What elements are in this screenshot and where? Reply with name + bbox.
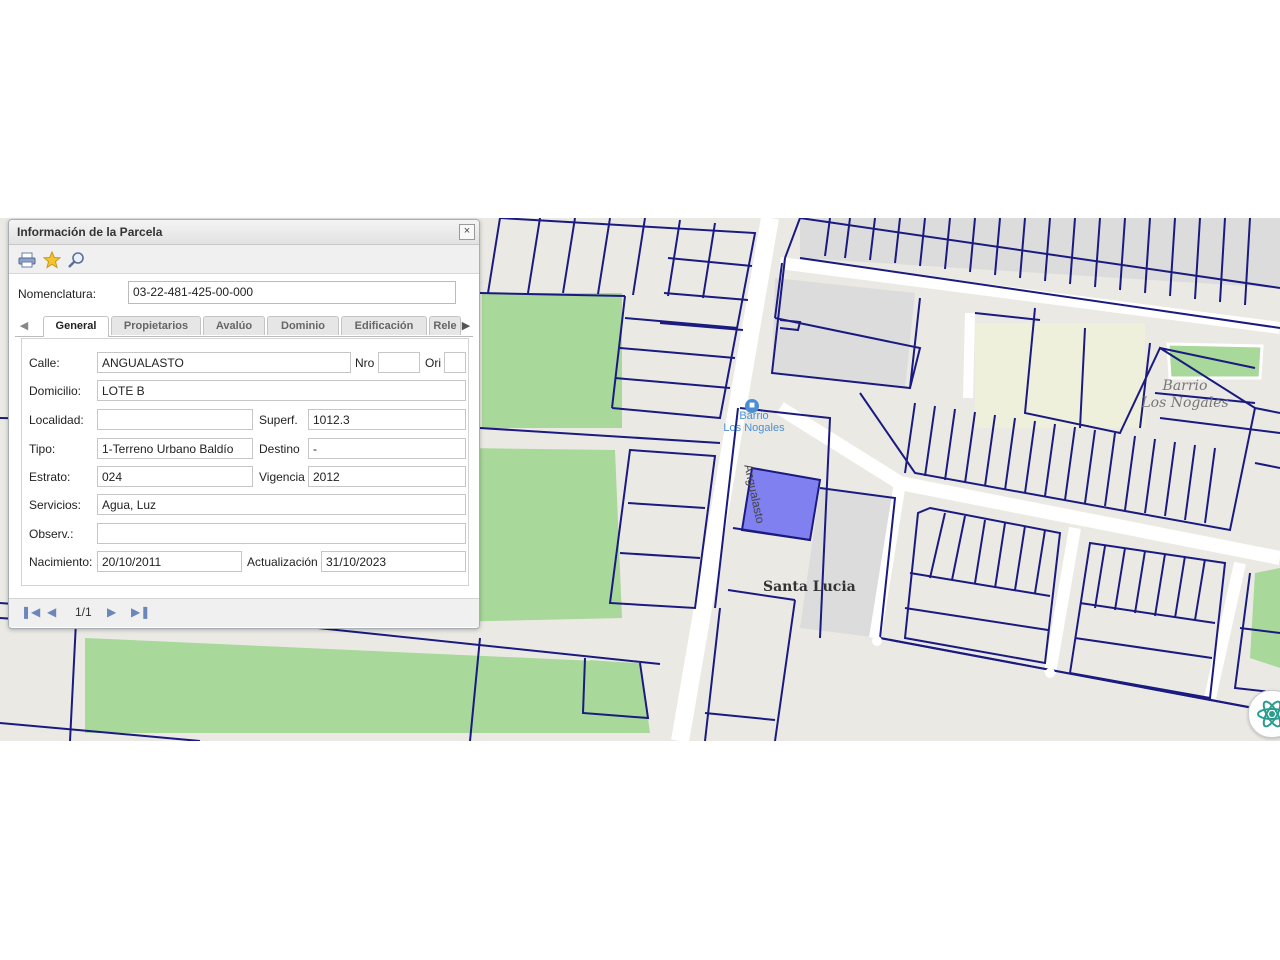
nacimiento-label: Nacimiento:: [29, 555, 93, 569]
parcel-info-panel[interactable]: Información de la Parcela × Nomenclatura…: [8, 219, 480, 629]
destino-label: Destino: [259, 442, 300, 456]
star-icon[interactable]: [42, 250, 62, 269]
nacimiento-field[interactable]: 20/10/2011: [97, 551, 242, 572]
tab-avaluo[interactable]: Avalúo: [203, 316, 265, 335]
map-node: [1045, 668, 1055, 678]
first-page-icon[interactable]: ❚◀: [21, 605, 40, 619]
panel-header[interactable]: Información de la Parcela ×: [9, 220, 479, 245]
vigencia-label: Vigencia: [259, 470, 305, 484]
tab-scroll-right-icon[interactable]: ▶: [459, 318, 473, 334]
page-indicator: 1/1: [75, 605, 92, 619]
vigencia-field[interactable]: 2012: [308, 466, 466, 487]
ori-label: Ori: [425, 356, 441, 370]
close-button[interactable]: ×: [459, 224, 475, 240]
bus-stop-label-line2: Los Nogales: [723, 422, 785, 434]
barrio-label-line1: Barrio: [1162, 378, 1208, 394]
observ-field[interactable]: [97, 523, 466, 544]
servicios-label: Servicios:: [29, 498, 82, 512]
zoom-icon[interactable]: [67, 251, 85, 269]
estrato-field[interactable]: 024: [97, 466, 253, 487]
nomenclatura-label: Nomenclatura:: [18, 287, 97, 301]
pager-bar: ❚◀ ◀ 1/1 ▶ ▶❚: [9, 598, 479, 627]
superf-field[interactable]: 1012.3: [308, 409, 466, 430]
tab-general[interactable]: General: [43, 316, 109, 337]
road: [963, 312, 975, 399]
barrio-label-line2: Los Nogales: [1141, 395, 1229, 411]
domicilio-label: Domicilio:: [29, 384, 82, 398]
domicilio-field[interactable]: LOTE B: [97, 380, 466, 401]
open-lot: [975, 323, 1145, 428]
bus-stop-label-line1: Barrio: [739, 410, 769, 422]
tab-propietarios[interactable]: Propietarios: [111, 316, 201, 335]
park-area: [588, 660, 648, 713]
destino-field[interactable]: -: [308, 438, 466, 459]
nomenclatura-field[interactable]: 03-22-481-425-00-000: [128, 281, 456, 304]
tab-scroll-left-icon[interactable]: ◀: [17, 318, 31, 334]
park-area: [85, 638, 650, 733]
ori-field[interactable]: [444, 352, 466, 373]
superf-label: Superf.: [259, 413, 298, 427]
tab-edificacion[interactable]: Edificación: [341, 316, 427, 335]
map-node: [872, 636, 882, 646]
last-page-icon[interactable]: ▶❚: [131, 605, 150, 619]
print-icon[interactable]: [18, 251, 36, 269]
atom-logo-icon[interactable]: [1248, 690, 1280, 738]
tab-rele[interactable]: Rele: [429, 316, 461, 335]
nomenclatura-row: Nomenclatura: 03-22-481-425-00-000: [9, 278, 479, 308]
tipo-label: Tipo:: [29, 442, 56, 456]
observ-label: Observ.:: [29, 527, 74, 541]
tab-bar: ◀ General Propietarios Avalúo Dominio Ed…: [15, 316, 473, 337]
park-area: [1250, 568, 1280, 668]
actualizacion-field[interactable]: 31/10/2023: [321, 551, 466, 572]
localidad-label: Localidad:: [29, 413, 84, 427]
neighborhood-label: Santa Lucia: [763, 579, 856, 595]
panel-toolbar: [9, 245, 479, 274]
nro-label: Nro: [355, 356, 375, 370]
servicios-field[interactable]: Agua, Luz: [97, 494, 466, 515]
calle-field[interactable]: ANGUALASTO: [97, 352, 351, 373]
tipo-field[interactable]: 1-Terreno Urbano Baldío: [97, 438, 253, 459]
next-page-icon[interactable]: ▶: [107, 605, 116, 619]
prev-page-icon[interactable]: ◀: [47, 605, 56, 619]
panel-title: Información de la Parcela: [17, 225, 163, 239]
actualizacion-label: Actualización: [247, 555, 318, 569]
barrio-label: Barrio Los Nogales: [1140, 378, 1230, 412]
localidad-field[interactable]: [97, 409, 253, 430]
bus-stop-label[interactable]: Barrio Los Nogales: [721, 410, 787, 434]
nro-field[interactable]: [378, 352, 420, 373]
park-area: [482, 293, 622, 428]
road: [1044, 526, 1081, 675]
calle-label: Calle:: [29, 356, 60, 370]
tab-dominio[interactable]: Dominio: [267, 316, 339, 335]
estrato-label: Estrato:: [29, 470, 71, 484]
general-form: Calle: ANGUALASTO Nro Ori Domicilio: LOT…: [21, 338, 469, 586]
